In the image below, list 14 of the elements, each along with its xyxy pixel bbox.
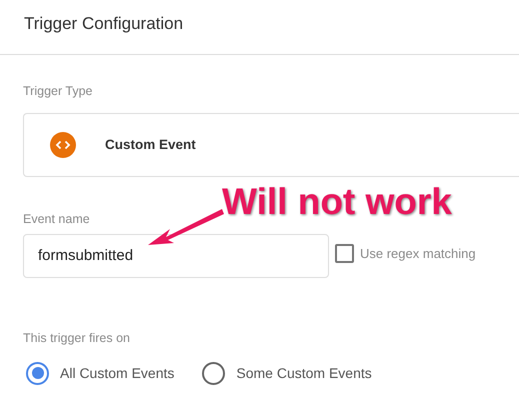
window-title: Trigger Configuration xyxy=(24,13,184,35)
radio-button[interactable] xyxy=(202,362,226,385)
field-label: This trigger fires on xyxy=(23,330,130,347)
code-icon xyxy=(50,132,76,158)
checkbox[interactable] xyxy=(335,244,354,263)
radio-label: Some Custom Events xyxy=(236,364,372,383)
checkbox-label: Use regex matching xyxy=(360,244,476,263)
annotation-text: Will not work xyxy=(222,182,452,223)
event-name-field[interactable]: formsubmitted xyxy=(23,234,329,278)
radio-button[interactable] xyxy=(26,362,49,385)
field-label: Event name xyxy=(23,211,90,228)
radio-label: All Custom Events xyxy=(60,364,174,383)
field-label: Trigger Type xyxy=(23,83,92,100)
trigger-type-card[interactable]: Custom Event xyxy=(23,113,519,177)
